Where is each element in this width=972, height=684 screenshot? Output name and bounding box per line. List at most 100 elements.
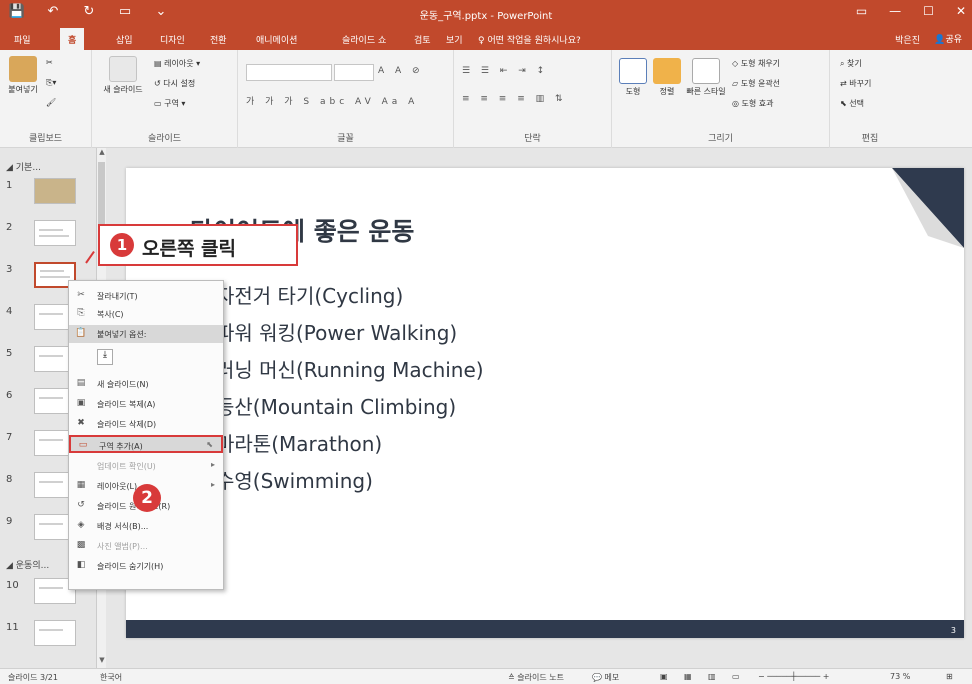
menu-label: 레이아웃(L) <box>97 482 138 491</box>
bullet-item: 자전거 타기(Cycling) <box>216 284 404 308</box>
menu-item-duplicate-slide[interactable]: ▣ 슬라이드 복제(A) <box>69 395 223 413</box>
menu-item-hide-slide[interactable]: ◧ 슬라이드 숨기기(H) <box>69 557 223 575</box>
font-size-input[interactable] <box>334 64 374 81</box>
zoom-level[interactable]: 73 % <box>890 672 910 681</box>
menu-item-delete-slide[interactable]: ✖ 슬라이드 삭제(D) <box>69 415 223 433</box>
normal-view-icon[interactable]: ▣ <box>660 672 668 681</box>
tab-view[interactable]: 보기 <box>446 33 463 46</box>
font-format-buttons[interactable]: 가 가 가 S abc AV Aa A <box>246 94 418 107</box>
language-indicator[interactable]: 한국어 <box>100 672 122 683</box>
menu-label: 구역 추가(A) <box>99 442 143 451</box>
slide-thumbnail-2[interactable] <box>34 220 76 246</box>
thumb-number: 1 <box>6 180 13 191</box>
copy-icon[interactable]: ⎘▾ <box>46 78 56 88</box>
new-slide-button[interactable]: 새 슬라이드 <box>98 56 148 95</box>
fit-to-window-icon[interactable]: ⊞ <box>946 672 953 681</box>
copy-icon: ⎘ <box>77 308 85 318</box>
section-header-exercise[interactable]: ◢ 운동의... <box>6 558 49 571</box>
shapes-button[interactable]: 도형 <box>618 58 648 97</box>
group-paragraph: ☰ ☰ ⇤ ⇥ ↕ ≡ ≡ ≡ ≡ ▥ ⇅ 단락 <box>454 50 612 148</box>
tab-slideshow[interactable]: 슬라이드 쇼 <box>342 33 386 46</box>
slideshow-icon[interactable]: ▭ <box>732 672 740 681</box>
slide-thumbnail-1[interactable] <box>34 178 76 204</box>
thumb-number: 7 <box>6 432 13 443</box>
mouse-cursor-icon: ⬉ <box>206 440 213 449</box>
shape-effects-button[interactable]: ◎ 도형 효과 <box>732 98 774 109</box>
reset-button[interactable]: ↺ 다시 설정 <box>154 78 195 89</box>
select-button[interactable]: ⬉ 선택 <box>840 98 864 109</box>
menu-label: 슬라이드 삭제(D) <box>97 420 157 429</box>
menu-label: 배경 서식(B)... <box>97 522 149 531</box>
menu-item-cut[interactable]: ✂ 잘라내기(T) <box>69 287 223 305</box>
menu-item-copy[interactable]: ⎘ 복사(C) <box>69 305 223 323</box>
shape-outline-button[interactable]: ▱ 도형 윤곽선 <box>732 78 780 89</box>
thumb-number: 8 <box>6 474 13 485</box>
tab-insert[interactable]: 삽입 <box>116 33 133 46</box>
cut-icon[interactable]: ✂ <box>46 58 53 67</box>
menu-item-photo-album[interactable]: ▩ 사진 앨범(P)... <box>69 537 223 555</box>
step1-callout: 1 오른쪽 클릭 <box>98 224 298 266</box>
section-header-basic[interactable]: ◢ 기본... <box>6 160 41 173</box>
tell-me-search[interactable]: ♀ 어떤 작업을 원하시나요? <box>478 33 581 46</box>
arrange-button[interactable]: 정렬 <box>652 58 682 97</box>
section-button[interactable]: ▭ 구역 ▾ <box>154 98 185 109</box>
background-icon: ◈ <box>77 520 85 530</box>
scrollbar-thumb[interactable] <box>98 162 105 232</box>
find-button[interactable]: ⌕ 찾기 <box>840 58 862 69</box>
section-label: 구역 <box>164 99 179 108</box>
menu-item-add-section[interactable]: ▭ 구역 추가(A) ⬉ <box>69 435 223 453</box>
context-menu: ✂ 잘라내기(T) ⎘ 복사(C) 📋 붙여넣기 옵션: ⤓ ▤ 새 슬라이드(N) ▣… <box>68 280 224 590</box>
user-name[interactable]: 박은진 <box>895 33 920 46</box>
menu-item-check-updates[interactable]: 업데이트 확인(U) ▸ <box>69 457 223 475</box>
font-group-label: 글꼴 <box>337 134 354 144</box>
tab-design[interactable]: 디자인 <box>160 33 185 46</box>
slide-sorter-icon[interactable]: ▦ <box>684 672 692 681</box>
group-slides: 새 슬라이드 ▤ 레이아웃 ▾ ↺ 다시 설정 ▭ 구역 ▾ 슬라이드 <box>92 50 238 148</box>
layout-button[interactable]: ▤ 레이아웃 ▾ <box>154 58 200 69</box>
tab-transitions[interactable]: 전환 <box>210 33 227 46</box>
format-painter-icon[interactable]: 🖌 <box>46 98 56 107</box>
font-size-buttons[interactable]: A A ⊘ <box>378 66 424 76</box>
tab-file[interactable]: 파일 <box>14 33 31 46</box>
comments-button[interactable]: 💬 메모 <box>592 672 619 683</box>
paste-button[interactable]: 붙여넣기 <box>6 56 40 95</box>
share-button[interactable]: 👤공유 <box>934 32 962 45</box>
ribbon: 붙여넣기 ✂ ⎘▾ 🖌 클립보드 새 슬라이드 ▤ 레이아웃 ▾ ↺ 다시 설정… <box>0 50 972 148</box>
list-buttons[interactable]: ☰ ☰ ⇤ ⇥ ↕ <box>462 66 548 76</box>
slide-bullet-list[interactable]: 자전거 타기(Cycling) 파워 워킹(Power Walking) 러닝 … <box>216 280 484 502</box>
paste-option-button[interactable]: ⤓ <box>97 349 113 365</box>
notes-button[interactable]: ≙ 슬라이드 노트 <box>508 672 564 683</box>
maximize-icon[interactable]: ☐ <box>923 4 934 18</box>
ribbon-display-icon[interactable]: ▭ <box>856 4 867 18</box>
title-bar: 💾 ↶ ↻ ▭ ⌄ 운동_구역.pptx - PowerPoint ▭ — ☐ … <box>0 0 972 28</box>
reading-view-icon[interactable]: ▥ <box>708 672 716 681</box>
thumb-number: 9 <box>6 516 13 527</box>
font-name-input[interactable] <box>246 64 332 81</box>
step1-badge: 1 <box>110 233 134 257</box>
submenu-arrow-icon: ▸ <box>210 480 215 489</box>
close-icon[interactable]: ✕ <box>956 4 966 18</box>
zoom-slider[interactable]: − ─────┼───── + <box>758 672 829 681</box>
slide-page-number: 3 <box>950 626 956 635</box>
quick-styles-button[interactable]: 빠른 스타일 <box>686 58 726 97</box>
shape-fill-button[interactable]: ◇ 도형 채우기 <box>732 58 780 69</box>
thumb-number: 11 <box>6 622 19 633</box>
tab-review[interactable]: 검토 <box>414 33 431 46</box>
align-buttons[interactable]: ≡ ≡ ≡ ≡ ▥ ⇅ <box>462 94 567 104</box>
slides-group-label: 슬라이드 <box>147 134 182 144</box>
shapes-label: 도형 <box>625 87 641 96</box>
menu-item-format-background[interactable]: ◈ 배경 서식(B)... <box>69 517 223 535</box>
menu-label: 업데이트 확인(U) <box>97 462 156 471</box>
slide-thumbnail-11[interactable] <box>34 620 76 646</box>
minimize-icon[interactable]: — <box>889 4 901 18</box>
thumb-number: 4 <box>6 306 13 317</box>
tab-home[interactable]: 홈 <box>60 28 85 50</box>
drawing-group-label: 그리기 <box>708 134 733 144</box>
menu-item-new-slide[interactable]: ▤ 새 슬라이드(N) <box>69 375 223 393</box>
replace-button[interactable]: ⇄ 바꾸기 <box>840 78 871 89</box>
thumb-number: 5 <box>6 348 13 359</box>
arrange-icon <box>653 58 681 84</box>
tab-animations[interactable]: 애니메이션 <box>256 33 297 46</box>
window-title: 운동_구역.pptx - PowerPoint <box>419 11 553 22</box>
bullet-item: 마라톤(Marathon) <box>216 432 383 456</box>
